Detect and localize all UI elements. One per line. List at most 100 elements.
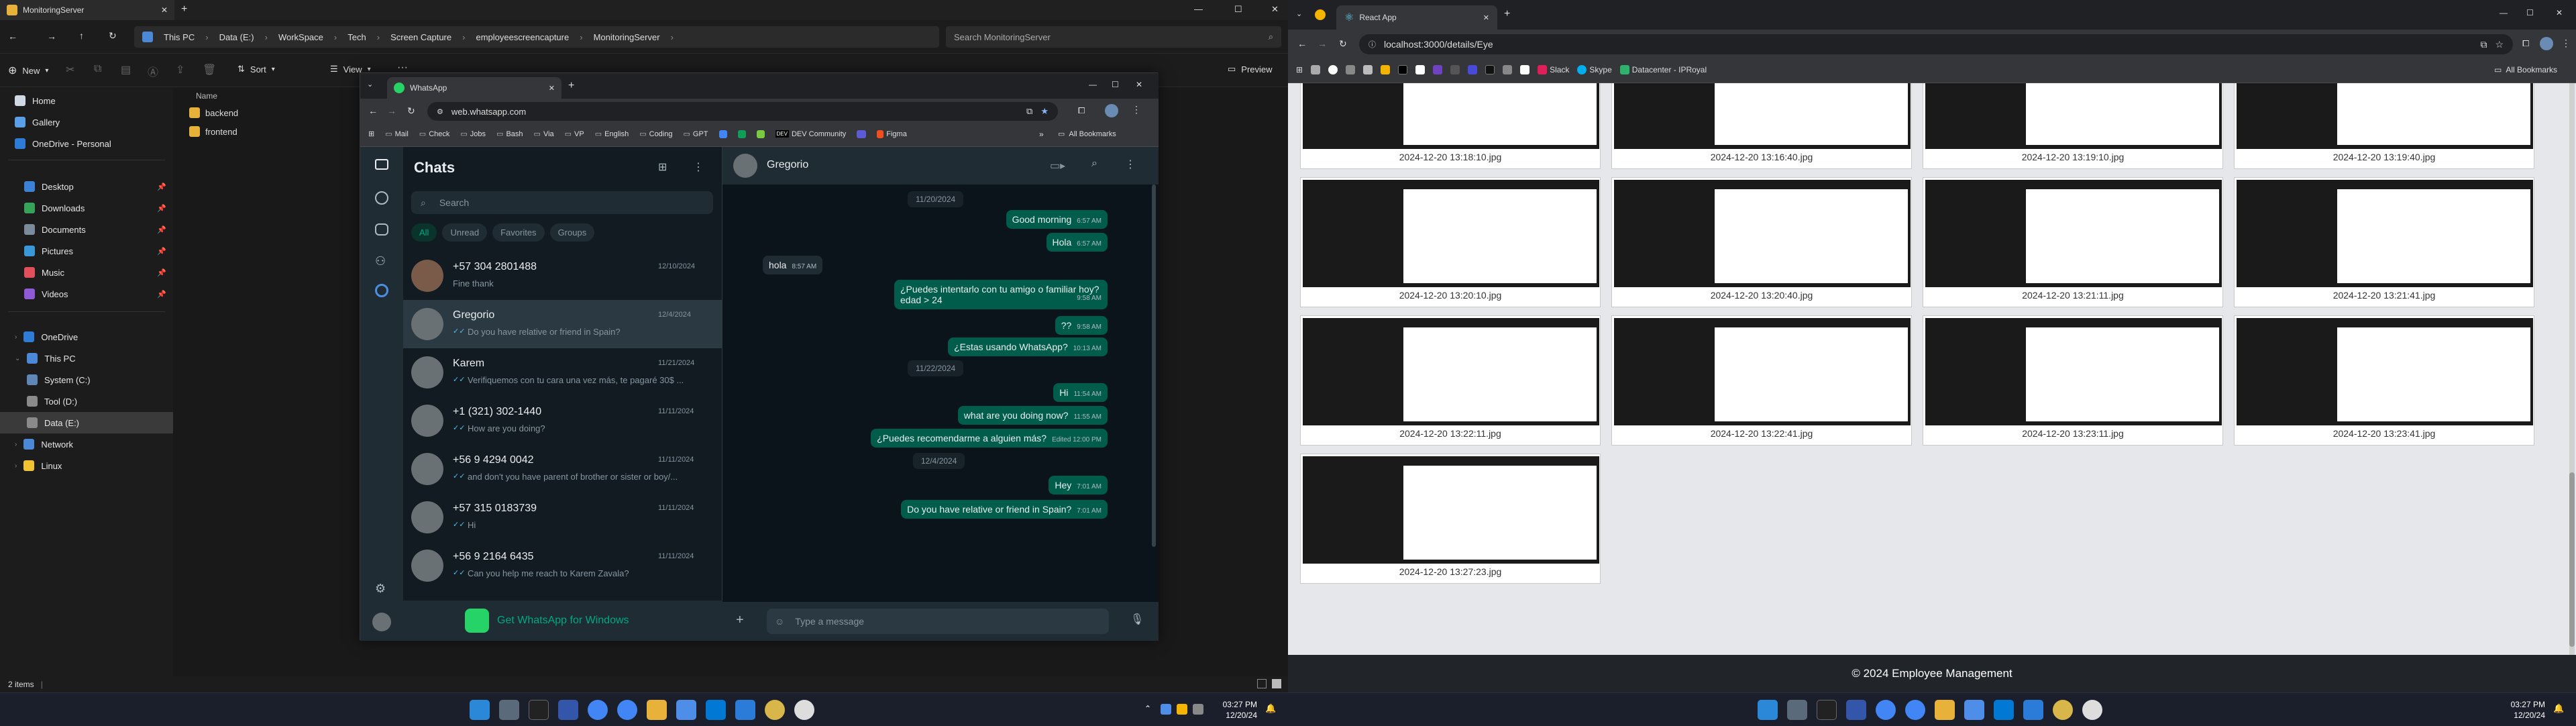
screenshot-card[interactable]: 2024-12-20 13:22:11.jpg (1300, 315, 1601, 446)
screenshot-card[interactable]: 2024-12-20 13:16:40.jpg (1611, 83, 1912, 169)
nav-item-videos[interactable]: Videos 📌 (0, 283, 173, 305)
forward-icon[interactable]: → (47, 31, 56, 42)
task-view-icon[interactable] (499, 700, 519, 720)
copy-icon[interactable]: ⧉ (94, 63, 101, 75)
bookmark-favicon[interactable] (1450, 65, 1460, 74)
preview-button[interactable]: ▭ Preview (1228, 64, 1273, 74)
chat-list-item[interactable]: +57 304 2801488 12/10/2024 Fine thank (403, 252, 722, 300)
star-icon[interactable]: ★ (1040, 106, 1049, 117)
bookmark-favicon[interactable] (756, 129, 765, 138)
bookmark-coding[interactable]: ▭ Coding (639, 129, 672, 139)
extensions-icon[interactable]: ⧠ (1078, 105, 1085, 116)
menu-icon[interactable]: ⋮ (1125, 158, 1136, 171)
sticker-icon[interactable]: ☺ (775, 616, 784, 627)
app-icon[interactable] (794, 700, 814, 720)
reload-icon[interactable]: ↻ (1339, 38, 1347, 50)
bookmark-favicon[interactable] (737, 129, 746, 138)
screenshot-card[interactable]: 2024-12-20 13:19:10.jpg (1923, 83, 2223, 169)
mic-icon[interactable]: 🎙 (1130, 613, 1144, 626)
profile-avatar[interactable] (372, 613, 391, 631)
nav-item-network[interactable]: › Network (0, 433, 173, 455)
tray-chevron-icon[interactable]: ⌃ (1144, 704, 1151, 713)
bookmark-mail[interactable]: ▭ Mail (385, 129, 409, 139)
cut-icon[interactable]: ✂ (66, 63, 74, 76)
chats-icon[interactable] (375, 159, 388, 170)
bookmark-skype[interactable]: Skype (1577, 65, 1612, 74)
site-info-icon[interactable]: ⓘ (1368, 39, 1376, 50)
message-input[interactable]: ☺ Type a message (767, 609, 1109, 634)
menu-icon[interactable]: ⋮ (2561, 38, 2571, 49)
github-icon[interactable] (1328, 65, 1338, 74)
screenshot-image[interactable] (1614, 180, 1911, 287)
vscode-icon[interactable] (706, 700, 726, 720)
app-icon[interactable] (676, 700, 696, 720)
bookmark-favicon[interactable] (1485, 65, 1495, 74)
rename-icon[interactable]: Ⓐ (148, 63, 158, 79)
reload-icon[interactable]: ↻ (407, 105, 415, 117)
notification-icon[interactable]: 🔔 (1265, 703, 1276, 714)
nav-item-onedrive[interactable]: › OneDrive (0, 326, 173, 348)
bookmark-favicon[interactable] (1468, 65, 1478, 74)
clock[interactable]: 03:27 PM 12/20/24 (1212, 699, 1257, 721)
address-bar[interactable]: This PC › Data (E:) › WorkSpace › Tech › Scr… (134, 26, 939, 48)
chat-list-item[interactable]: Karem 11/21/2024 ✓✓ Verifiquemos con tu … (403, 348, 722, 397)
new-tab-icon[interactable]: + (1504, 8, 1510, 20)
minimize-icon[interactable]: — (2500, 8, 2508, 17)
new-chat-icon[interactable]: ⊞ (658, 160, 667, 174)
all-bookmarks-button[interactable]: ▭ All Bookmarks (2494, 65, 2557, 74)
screenshot-card[interactable]: 2024-12-20 13:21:11.jpg (1923, 177, 2223, 307)
screenshot-card[interactable]: 2024-12-20 13:23:11.jpg (1923, 315, 2223, 446)
bookmark-via[interactable]: ▭ Via (534, 129, 554, 139)
pin-icon[interactable]: 📌 (157, 225, 166, 234)
file-row[interactable]: frontend (189, 126, 237, 137)
pin-icon[interactable]: 📌 (157, 204, 166, 213)
screenshot-card[interactable]: 2024-12-20 13:20:10.jpg (1300, 177, 1601, 307)
screenshot-card[interactable]: 2024-12-20 13:23:41.jpg (2234, 315, 2534, 446)
meta-ai-icon[interactable] (375, 284, 388, 297)
tab-search-icon[interactable]: ⌄ (1296, 9, 1302, 18)
bookmark-favicon[interactable] (1433, 65, 1443, 74)
maximize-icon[interactable]: ☐ (1234, 4, 1242, 15)
nav-item-linux[interactable]: › Linux (0, 455, 173, 476)
minimize-icon[interactable]: — (1194, 4, 1203, 14)
channels-icon[interactable] (375, 223, 388, 236)
up-icon[interactable]: ↑ (79, 30, 84, 41)
app-icon[interactable] (1846, 700, 1866, 720)
tab-whatsapp[interactable]: WhatsApp ✕ (387, 77, 561, 99)
bookmark-check[interactable]: ▭ Check (419, 129, 450, 139)
vscode-icon[interactable] (1994, 700, 2014, 720)
nav-item-downloads[interactable]: Downloads 📌 (0, 197, 173, 219)
chrome-icon[interactable] (1876, 700, 1896, 720)
app-icon[interactable] (1964, 700, 1984, 720)
back-icon[interactable]: ← (1297, 38, 1307, 49)
apps-icon[interactable]: ⊞ (368, 129, 374, 138)
bookmark-datacenter[interactable]: Datacenter - IPRoyal (1619, 65, 1707, 74)
chevron-right-icon[interactable]: › (15, 441, 17, 448)
start-icon[interactable] (1758, 700, 1778, 720)
explorer-search-input[interactable]: Search MonitoringServer ⌕ (946, 26, 1281, 48)
minimize-icon[interactable]: — (1089, 80, 1097, 89)
status-icon[interactable] (375, 191, 388, 205)
forward-icon[interactable]: → (387, 105, 396, 116)
profile-avatar[interactable] (2540, 37, 2553, 50)
bookmark-favicon[interactable] (1346, 65, 1356, 74)
forward-icon[interactable]: → (1318, 38, 1327, 49)
paste-icon[interactable]: ▤ (121, 63, 131, 76)
bookmark-favicon[interactable] (1415, 65, 1426, 74)
bookmark-favicon[interactable] (857, 129, 867, 138)
get-windows-banner[interactable]: Get WhatsApp for Windows (403, 601, 722, 641)
scrollbar[interactable] (1152, 185, 1156, 547)
nav-item-tool-d[interactable]: Tool (D:) (0, 391, 173, 412)
close-tab-icon[interactable]: ✕ (549, 84, 555, 93)
scrollbar-thumb[interactable] (2569, 472, 2575, 647)
screenshot-card[interactable]: 2024-12-20 13:18:10.jpg (1300, 83, 1601, 169)
bookmark-favicon[interactable] (1381, 65, 1391, 74)
start-icon[interactable] (470, 700, 490, 720)
close-icon[interactable]: ✕ (1271, 4, 1279, 15)
bookmark-favicon[interactable] (1503, 65, 1513, 74)
message-bubble-out[interactable]: ¿Estas usando WhatsApp? 10:13 AM (948, 338, 1108, 356)
menu-icon[interactable]: ⋮ (1132, 104, 1141, 115)
vscode-icon[interactable] (735, 700, 755, 720)
tray-app-icon[interactable] (1177, 704, 1187, 715)
bookmark-english[interactable]: ▭ English (595, 129, 629, 139)
